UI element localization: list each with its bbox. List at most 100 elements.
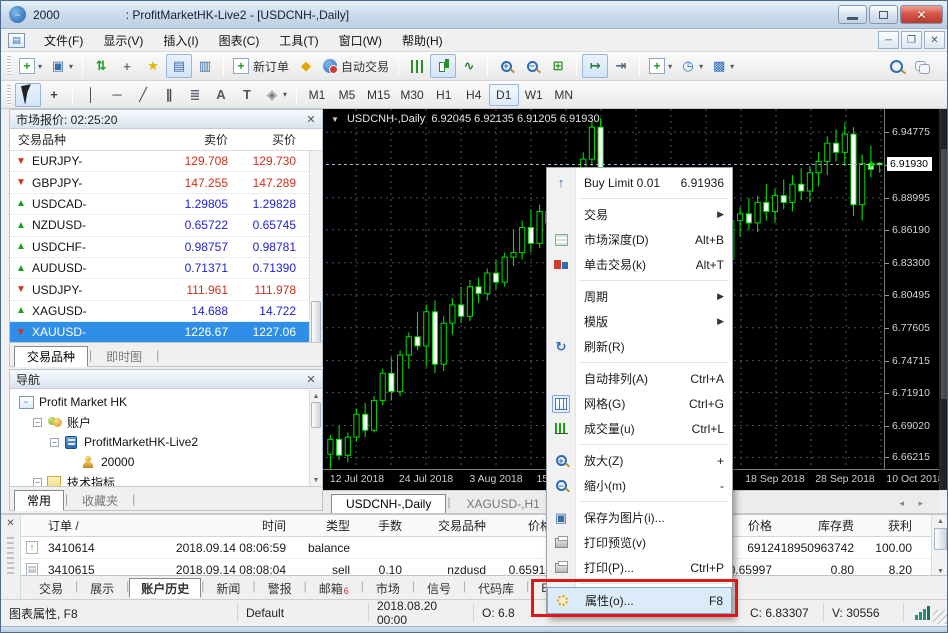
context-menu-item-buy-limit-0-01[interactable]: ↑Buy Limit 0.016.91936 bbox=[547, 170, 732, 195]
context-menu-item-模版[interactable]: 模版▶ bbox=[547, 309, 732, 334]
menu-help[interactable]: 帮助(H) bbox=[392, 29, 453, 52]
market-watch-row-eurjpy[interactable]: ▼EURJPY-129.708129.730 bbox=[10, 151, 309, 172]
context-menu-item-缩小-m-[interactable]: −缩小(m)- bbox=[547, 473, 732, 498]
dropdown-arrow-icon[interactable]: ▾ bbox=[699, 62, 703, 71]
context-menu-item-放大-z-[interactable]: +放大(Z)+ bbox=[547, 448, 732, 473]
metaeditor-button[interactable]: ◆ bbox=[293, 54, 319, 78]
menu-insert[interactable]: 插入(I) bbox=[153, 29, 208, 52]
navigator-tab-1[interactable]: 常用 bbox=[14, 490, 64, 511]
market-watch-tab-1[interactable]: 交易品种 bbox=[14, 346, 88, 367]
tree-item-技术指标[interactable]: −技术指标 bbox=[10, 472, 309, 486]
context-menu-item-成交量-u-[interactable]: 成交量(u)Ctrl+L bbox=[547, 416, 732, 441]
timeframe-m1-button[interactable]: M1 bbox=[302, 84, 332, 106]
terminal-tab-3[interactable]: 账户历史 bbox=[129, 578, 201, 598]
timeframe-d1-button[interactable]: D1 bbox=[489, 84, 519, 106]
terminal-row-1[interactable]: ↑34106142018.09.14 08:06:59balance691241… bbox=[21, 537, 931, 559]
tree-expander-icon[interactable]: − bbox=[33, 478, 42, 487]
channel-button[interactable]: ∥ bbox=[156, 83, 182, 107]
trendline-button[interactable]: ╱ bbox=[130, 83, 156, 107]
chart-tab-2[interactable]: XAGUSD-,H1 bbox=[451, 494, 554, 514]
title-bar[interactable]: ~ 2000: ProfitMarketHK-Live2 - [USDCNH-,… bbox=[1, 1, 948, 29]
strategy-tester-button[interactable]: ▥ bbox=[192, 54, 218, 78]
close-button[interactable]: ✕ bbox=[900, 5, 943, 24]
context-menu-item-保存为图片-i-[interactable]: ▣保存为图片(i)... bbox=[547, 505, 732, 530]
market-watch-row-audusd[interactable]: ▲AUDUSD-0.713710.71390 bbox=[10, 258, 309, 279]
search-button[interactable] bbox=[883, 54, 909, 78]
chart-shift-button[interactable]: ⇥ bbox=[608, 54, 634, 78]
chart-tab-scroll-arrows[interactable]: ◂ ▸ bbox=[899, 498, 929, 509]
periods-button[interactable]: ◷▾ bbox=[676, 54, 707, 78]
templates-button[interactable]: ▩▾ bbox=[707, 54, 738, 78]
horizontal-line-button[interactable]: ─ bbox=[104, 83, 130, 107]
market-watch-close-icon[interactable]: ✕ bbox=[304, 113, 318, 126]
dropdown-arrow-icon[interactable]: ▾ bbox=[283, 90, 287, 99]
terminal-tab-2[interactable]: 展示 bbox=[78, 578, 126, 598]
terminal-scrollbar[interactable]: ▲ ▼ bbox=[931, 515, 948, 577]
crosshair-button[interactable]: + bbox=[41, 83, 67, 107]
market-watch-header[interactable]: 市场报价: 02:25:20 ✕ bbox=[10, 110, 322, 129]
tree-item-账户[interactable]: −账户 bbox=[10, 412, 309, 432]
tree-expander-icon[interactable]: − bbox=[50, 438, 59, 447]
navigator-close-icon[interactable]: ✕ bbox=[304, 373, 318, 386]
new-order-button[interactable]: +新订单 bbox=[229, 54, 293, 78]
market-watch-column-headers[interactable]: 交易品种 卖价 买价 bbox=[10, 129, 322, 151]
tree-expander-icon[interactable]: − bbox=[33, 418, 42, 427]
context-menu-item-市场深度-d-[interactable]: 市场深度(D)Alt+B bbox=[547, 227, 732, 252]
tile-windows-button[interactable]: ⊞ bbox=[545, 54, 571, 78]
context-menu-item-打印预览-v-[interactable]: 打印预览(v) bbox=[547, 530, 732, 555]
market-watch-row-xauusd[interactable]: ▼XAUUSD-1226.671227.06 bbox=[10, 322, 309, 342]
navigator-button[interactable]: ★ bbox=[140, 54, 166, 78]
restore-button[interactable] bbox=[869, 5, 898, 24]
dropdown-arrow-icon[interactable]: ▾ bbox=[668, 62, 672, 71]
context-menu-item-周期[interactable]: 周期▶ bbox=[547, 284, 732, 309]
zoom-in-button[interactable]: + bbox=[493, 54, 519, 78]
label-button[interactable]: T bbox=[234, 83, 260, 107]
price-axis[interactable]: 6.947756.919306.889956.861906.833006.804… bbox=[884, 109, 939, 469]
timeframe-m15-button[interactable]: M15 bbox=[362, 84, 395, 106]
terminal-tab-6[interactable]: 邮箱6 bbox=[307, 578, 361, 598]
terminal-tab-5[interactable]: 警报 bbox=[256, 578, 304, 598]
context-menu-item-自动排列-a-[interactable]: 自动排列(A)Ctrl+A bbox=[547, 366, 732, 391]
bar-chart-button[interactable] bbox=[404, 54, 430, 78]
market-watch-tab-2[interactable]: 即时图 bbox=[93, 346, 155, 367]
terminal-header-row[interactable]: 订单 /时间类型手数交易品种价格止损止盈价格库存费获利 bbox=[21, 515, 931, 537]
timeframe-m5-button[interactable]: M5 bbox=[332, 84, 362, 106]
terminal-tab-4[interactable]: 新闻 bbox=[204, 578, 252, 598]
auto-scroll-button[interactable]: ↦ bbox=[582, 54, 608, 78]
timeframe-w1-button[interactable]: W1 bbox=[519, 84, 549, 106]
menu-tools[interactable]: 工具(T) bbox=[269, 29, 328, 52]
fibonacci-button[interactable]: ≣ bbox=[182, 83, 208, 107]
market-watch-button[interactable]: ⇅ bbox=[88, 54, 114, 78]
timeframe-h1-button[interactable]: H1 bbox=[429, 84, 459, 106]
timeframe-h4-button[interactable]: H4 bbox=[459, 84, 489, 106]
vertical-line-button[interactable]: │ bbox=[78, 83, 104, 107]
context-menu-item-刷新-r-[interactable]: ↻刷新(R) bbox=[547, 334, 732, 359]
market-watch-row-xagusd[interactable]: ▲XAGUSD-14.68814.722 bbox=[10, 301, 309, 322]
menu-charts[interactable]: 图表(C) bbox=[209, 29, 270, 52]
context-menu-item-交易[interactable]: 交易▶ bbox=[547, 202, 732, 227]
minimize-button[interactable] bbox=[838, 5, 867, 24]
terminal-tab-8[interactable]: 信号 bbox=[415, 578, 463, 598]
text-button[interactable]: A bbox=[208, 83, 234, 107]
tree-item-profit-market-hk[interactable]: ~Profit Market HK bbox=[10, 392, 309, 412]
zoom-out-button[interactable]: − bbox=[519, 54, 545, 78]
context-menu-item-打印-p-[interactable]: 打印(P)...Ctrl+P bbox=[547, 555, 732, 580]
chart-scrollbar[interactable] bbox=[939, 109, 948, 490]
child-close-button[interactable]: ✕ bbox=[924, 31, 945, 49]
tree-item-profitmarkethk-live2[interactable]: −ProfitMarketHK-Live2 bbox=[10, 432, 309, 452]
child-restore-button[interactable]: ❐ bbox=[901, 31, 922, 49]
candlestick-chart-button[interactable] bbox=[430, 54, 456, 78]
shapes-button[interactable]: ◈▾ bbox=[260, 83, 291, 107]
dropdown-arrow-icon[interactable]: ▾ bbox=[730, 62, 734, 71]
terminal-tab-7[interactable]: 市场 bbox=[364, 578, 412, 598]
market-watch-row-usdjpy[interactable]: ▼USDJPY-111.961111.978 bbox=[10, 279, 309, 300]
terminal-button[interactable]: ▤ bbox=[166, 54, 192, 78]
navigator-scrollbar[interactable]: ▲ ▼ bbox=[309, 390, 322, 486]
market-watch-scrollbar[interactable] bbox=[309, 151, 322, 342]
market-watch-row-gbpjpy[interactable]: ▼GBPJPY-147.255147.289 bbox=[10, 172, 309, 193]
profiles-button[interactable]: ▣▾ bbox=[46, 54, 77, 78]
child-minimize-button[interactable]: ─ bbox=[878, 31, 899, 49]
cursor-button[interactable] bbox=[15, 83, 41, 107]
terminal-tab-1[interactable]: 交易 bbox=[27, 578, 75, 598]
dropdown-arrow-icon[interactable]: ▾ bbox=[69, 62, 73, 71]
